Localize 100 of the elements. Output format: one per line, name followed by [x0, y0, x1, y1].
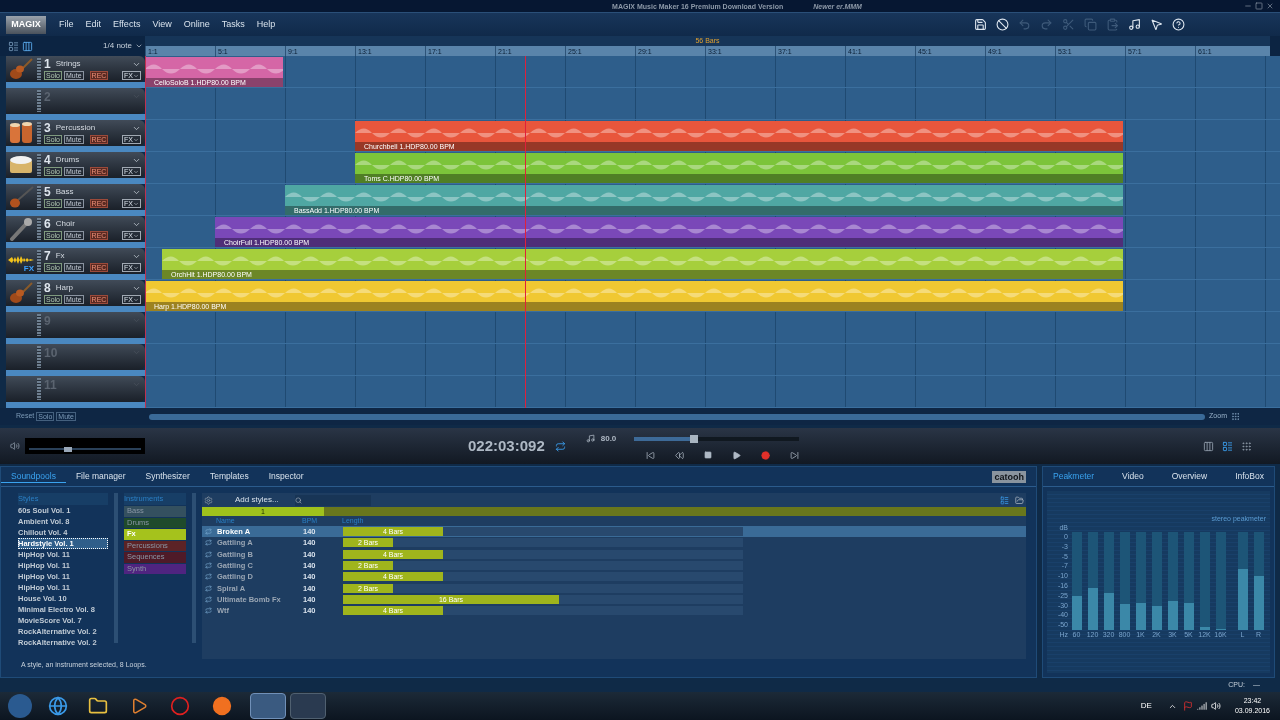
level-meter: [37, 378, 41, 400]
bongo-drums-icon: [8, 121, 34, 145]
mixer-view-icon[interactable]: [1203, 440, 1214, 452]
tab[interactable]: Soundpools: [1, 469, 66, 484]
menu-item[interactable]: View: [152, 17, 172, 32]
caret-icon: [133, 200, 139, 207]
waveform-icon: [8, 255, 34, 265]
skip-back-icon[interactable]: [645, 450, 655, 460]
tab[interactable]: Peakmeter: [1053, 470, 1095, 483]
track-name: Harp: [55, 284, 74, 292]
tab[interactable]: Video: [1122, 470, 1144, 483]
caret-icon: [133, 136, 139, 143]
level-meter: [37, 122, 41, 144]
time-display: 022:03:092: [468, 435, 545, 456]
arranger-view-icon[interactable]: [1222, 440, 1233, 452]
pointer-icon[interactable]: [1150, 18, 1163, 31]
track-number: 1: [44, 58, 51, 70]
track-name: Choir: [55, 220, 75, 228]
guitar-icon: [8, 185, 34, 209]
signal-icon[interactable]: [1196, 701, 1207, 711]
disc-icon[interactable]: [212, 696, 232, 716]
violin-icon: [8, 57, 34, 81]
play-icon[interactable]: [731, 450, 741, 460]
track-name: Bass: [55, 188, 74, 196]
loop-icon: [205, 539, 212, 547]
loop-icon[interactable]: [554, 440, 566, 452]
loop-icon: [205, 528, 212, 536]
start-button[interactable]: [8, 694, 32, 718]
fx-label: FX: [23, 265, 34, 273]
note-icon[interactable]: [1128, 18, 1141, 31]
stop-icon[interactable]: [703, 451, 712, 459]
flag-icon[interactable]: [1182, 701, 1193, 711]
level-meter: [37, 346, 41, 368]
track-name: Drums: [55, 156, 80, 164]
caret-icon: [133, 264, 139, 271]
menu-item[interactable]: Effects: [113, 17, 141, 32]
close-icon[interactable]: [1266, 2, 1274, 10]
metronome-icon[interactable]: [585, 434, 595, 443]
level-meter: [37, 154, 41, 176]
media-player-icon[interactable]: [130, 697, 148, 715]
caret-icon[interactable]: [135, 42, 143, 50]
volume-icon[interactable]: [1210, 701, 1221, 711]
tab[interactable]: InfoBox: [1235, 470, 1264, 483]
menu-item[interactable]: File: [59, 17, 74, 32]
track-number: 5: [44, 186, 51, 198]
level-meter: [37, 282, 41, 304]
logo[interactable]: MAGIX: [6, 15, 46, 34]
track-number: 7: [44, 250, 51, 262]
microphone-icon: [8, 217, 34, 241]
menu-item[interactable]: Edit: [85, 17, 102, 32]
loop-icon: [205, 607, 212, 615]
horizontal-scrollbar[interactable]: [149, 413, 1206, 420]
position-slider[interactable]: [634, 436, 800, 441]
folder-icon[interactable]: [88, 696, 108, 716]
language-indicator[interactable]: DE: [1140, 700, 1152, 712]
rewind-icon[interactable]: [674, 450, 684, 460]
track-view-icon[interactable]: [8, 40, 19, 52]
tab[interactable]: Inspector: [258, 470, 314, 483]
record-icon[interactable]: [760, 450, 770, 460]
loop-icon: [205, 584, 212, 592]
loop-icon: [205, 550, 212, 558]
speaker-icon[interactable]: [10, 441, 20, 451]
add-styles-link[interactable]: Add styles...: [235, 494, 279, 506]
menu-item[interactable]: Online: [183, 17, 210, 32]
grid-view-icon[interactable]: [22, 40, 33, 52]
track-number: 4: [44, 154, 51, 166]
list-view-icon[interactable]: [1000, 495, 1009, 505]
track-name: Fx: [55, 252, 65, 260]
skip-forward-icon[interactable]: [789, 450, 799, 460]
tab[interactable]: File manager: [65, 470, 136, 483]
grid-view-icon[interactable]: [1241, 440, 1252, 452]
no-entry-icon[interactable]: [996, 18, 1009, 31]
settings-icon[interactable]: [204, 495, 213, 505]
level-meter: [37, 250, 41, 272]
track-number: 8: [44, 282, 51, 294]
save-icon[interactable]: [974, 18, 987, 31]
caret-icon: [133, 168, 139, 175]
browser-icon[interactable]: [48, 696, 68, 716]
restore-icon[interactable]: [1255, 2, 1263, 10]
caret-icon: [133, 72, 139, 79]
tab[interactable]: Templates: [199, 470, 259, 483]
tab[interactable]: Overview: [1171, 470, 1208, 483]
search-field[interactable]: [294, 494, 371, 506]
level-meter: [37, 90, 41, 112]
menu-item[interactable]: Help: [256, 17, 276, 32]
track-name: Strings: [55, 60, 81, 68]
zoom-icon[interactable]: [1231, 412, 1240, 421]
caret-icon: [133, 296, 139, 303]
snap-dropdown[interactable]: 1/4 note: [103, 40, 132, 52]
caret-icon: [133, 232, 139, 239]
ring-icon[interactable]: [170, 696, 190, 716]
level-meter: [37, 58, 41, 80]
loop-icon: [205, 573, 212, 581]
menu-item[interactable]: Tasks: [221, 17, 245, 32]
volume-slider[interactable]: [25, 438, 145, 454]
tab[interactable]: Synthesizer: [135, 470, 200, 483]
help-icon[interactable]: [1172, 18, 1185, 31]
search-icon: [294, 496, 302, 504]
track-number: 6: [44, 218, 51, 230]
violin-icon: [8, 281, 34, 305]
